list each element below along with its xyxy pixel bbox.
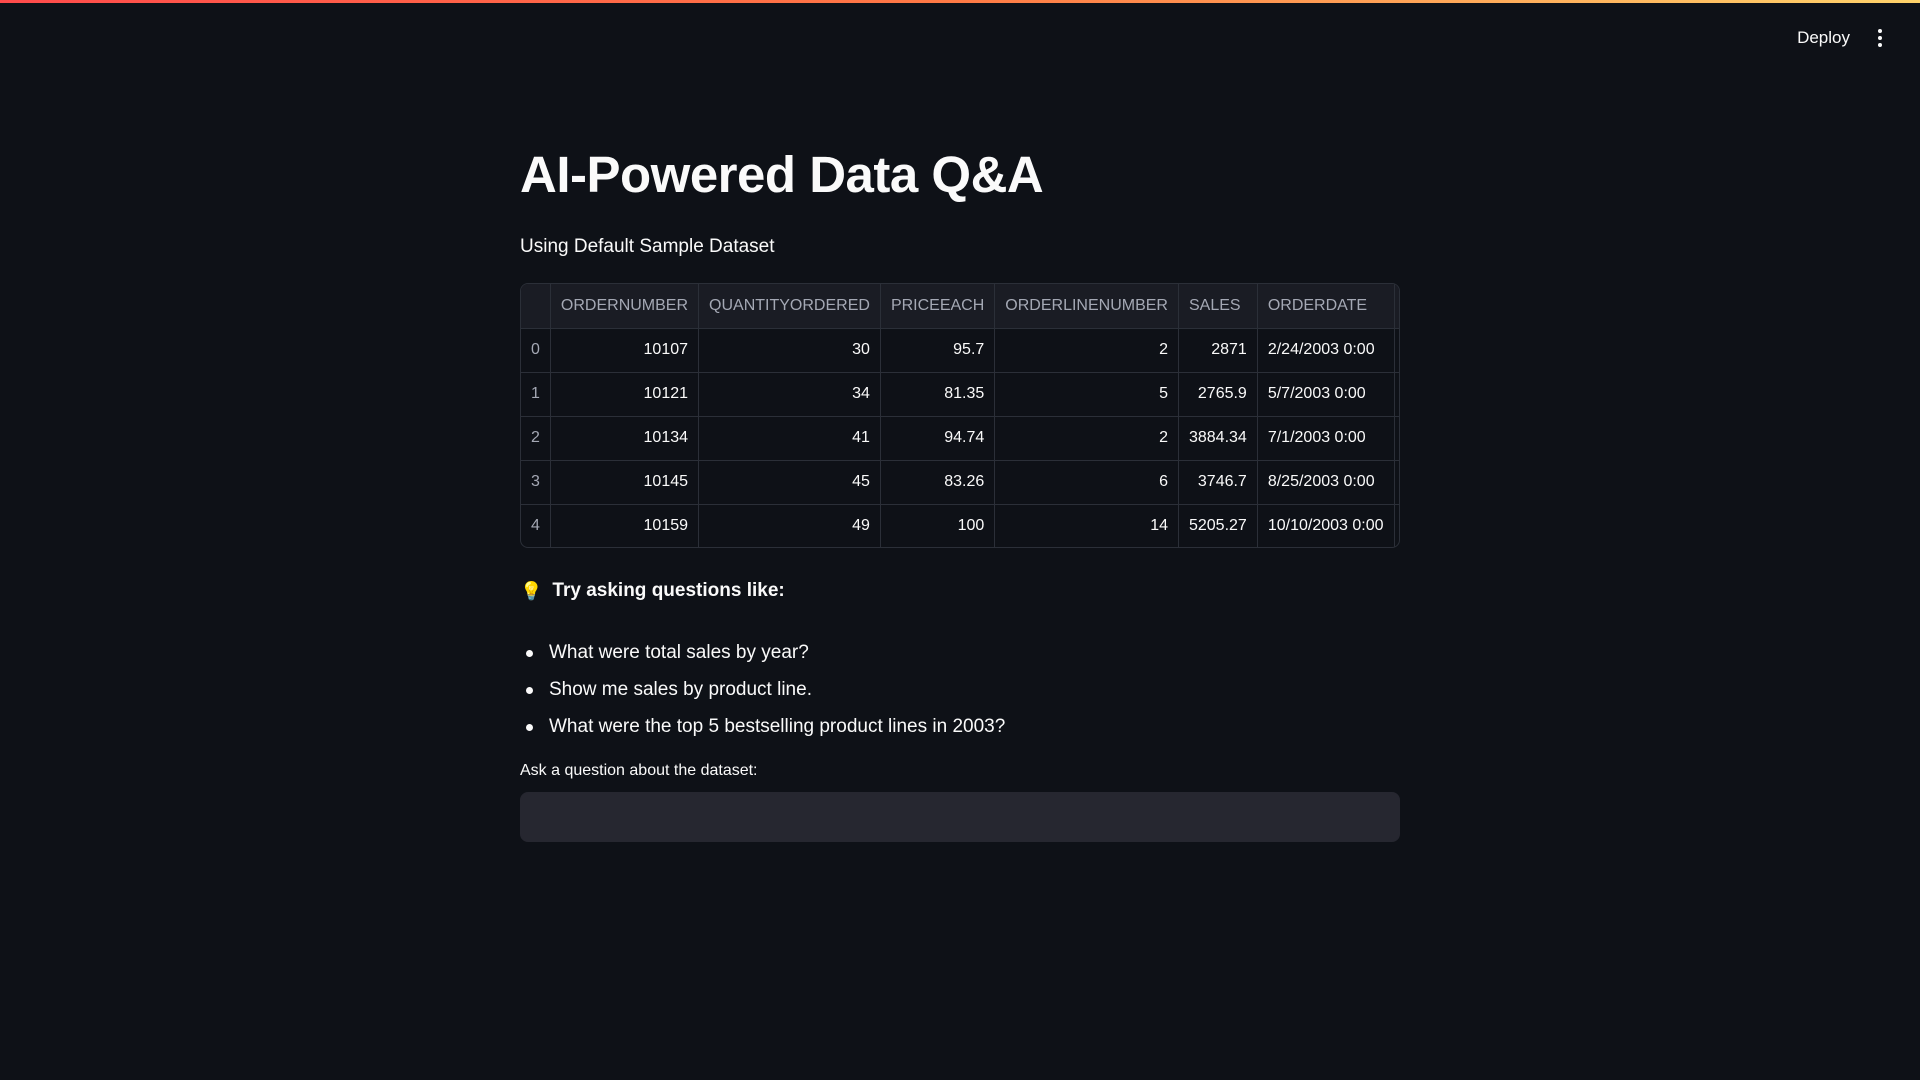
table-cell[interactable]: 10145 [550, 460, 700, 505]
table-cell[interactable]: 95.7 [880, 328, 996, 373]
table-cell[interactable]: 4 [521, 504, 551, 547]
column-header-ordernumber[interactable]: ORDERNUMBER [550, 284, 700, 329]
column-header-quantityordered[interactable]: QUANTITYORDERED [698, 284, 881, 329]
table-cell[interactable]: 2 [994, 416, 1179, 461]
column-header-truncated[interactable]: S [1394, 284, 1399, 329]
table-cell[interactable]: S [1394, 460, 1399, 505]
column-header-orderdate[interactable]: ORDERDATE [1257, 284, 1395, 329]
table-cell[interactable]: 10134 [550, 416, 700, 461]
table-cell[interactable]: 10121 [550, 372, 700, 417]
table-cell[interactable]: 81.35 [880, 372, 996, 417]
table-cell[interactable]: 5 [994, 372, 1179, 417]
kebab-menu-icon[interactable] [1866, 24, 1894, 52]
table-cell[interactable]: 5/7/2003 0:00 [1257, 372, 1395, 417]
table-row: 1 10121 34 81.35 5 2765.9 5/7/2003 0:00 … [521, 372, 1399, 417]
table-row: 4 10159 49 100 14 5205.27 10/10/2003 0:0… [521, 504, 1399, 547]
table-cell[interactable]: 5205.27 [1178, 504, 1258, 547]
column-header-index[interactable] [521, 284, 551, 329]
table-cell[interactable]: 6 [994, 460, 1179, 505]
table-cell[interactable]: 30 [698, 328, 881, 373]
table-cell[interactable]: 3 [521, 460, 551, 505]
table-cell[interactable]: 2/24/2003 0:00 [1257, 328, 1395, 373]
table-header-row: ORDERNUMBER QUANTITYORDERED PRICEEACH OR… [521, 284, 1399, 329]
table-cell[interactable]: 45 [698, 460, 881, 505]
table-cell[interactable]: 10107 [550, 328, 700, 373]
table-cell[interactable]: 2 [521, 416, 551, 461]
table-cell[interactable]: 10159 [550, 504, 700, 547]
tips-list: What were total sales by year? Show me s… [520, 634, 1005, 745]
menu-dot [1878, 43, 1882, 47]
list-item: Show me sales by product line. [520, 671, 1005, 708]
table-cell[interactable]: 0 [521, 328, 551, 373]
tips-heading: 💡 Try asking questions like: [520, 580, 785, 602]
table-cell[interactable]: 3884.34 [1178, 416, 1258, 461]
table-cell[interactable]: 49 [698, 504, 881, 547]
table-cell[interactable]: 94.74 [880, 416, 996, 461]
table-cell[interactable]: 7/1/2003 0:00 [1257, 416, 1395, 461]
question-input-label: Ask a question about the dataset: [520, 762, 758, 779]
table-cell[interactable]: 100 [880, 504, 996, 547]
table-cell[interactable]: 1 [521, 372, 551, 417]
table-cell[interactable]: 8/25/2003 0:00 [1257, 460, 1395, 505]
dataframe-table[interactable]: ORDERNUMBER QUANTITYORDERED PRICEEACH OR… [520, 283, 1400, 548]
lightbulb-icon: 💡 [520, 580, 543, 601]
app-header: Deploy [0, 0, 1920, 76]
list-item: What were the top 5 bestselling product … [520, 708, 1005, 745]
deploy-button[interactable]: Deploy [1789, 22, 1858, 54]
question-input[interactable] [520, 792, 1400, 842]
table-cell[interactable]: S [1394, 504, 1399, 547]
column-header-orderlinenumber[interactable]: ORDERLINENUMBER [994, 284, 1179, 329]
table-row: 2 10134 41 94.74 2 3884.34 7/1/2003 0:00… [521, 416, 1399, 461]
table-cell[interactable]: 2765.9 [1178, 372, 1258, 417]
table-cell[interactable]: 2871 [1178, 328, 1258, 373]
table-cell[interactable]: 41 [698, 416, 881, 461]
table-cell[interactable]: 2 [994, 328, 1179, 373]
table-cell[interactable]: 34 [698, 372, 881, 417]
table-cell[interactable]: 3746.7 [1178, 460, 1258, 505]
table-cell[interactable]: S [1394, 372, 1399, 417]
table-cell[interactable]: 83.26 [880, 460, 996, 505]
menu-dot [1878, 29, 1882, 33]
table-cell[interactable]: 14 [994, 504, 1179, 547]
table-row: 0 10107 30 95.7 2 2871 2/24/2003 0:00 S [521, 328, 1399, 373]
column-header-priceeach[interactable]: PRICEEACH [880, 284, 996, 329]
table-cell[interactable]: S [1394, 416, 1399, 461]
page-subtitle: Using Default Sample Dataset [520, 236, 775, 257]
table-cell[interactable]: S [1394, 328, 1399, 373]
tips-heading-text: Try asking questions like: [552, 580, 785, 601]
menu-dot [1878, 36, 1882, 40]
table-cell[interactable]: 10/10/2003 0:00 [1257, 504, 1395, 547]
list-item: What were total sales by year? [520, 634, 1005, 671]
column-header-sales[interactable]: SALES [1178, 284, 1258, 329]
table-row: 3 10145 45 83.26 6 3746.7 8/25/2003 0:00… [521, 460, 1399, 505]
page-title: AI-Powered Data Q&A [520, 146, 1044, 203]
